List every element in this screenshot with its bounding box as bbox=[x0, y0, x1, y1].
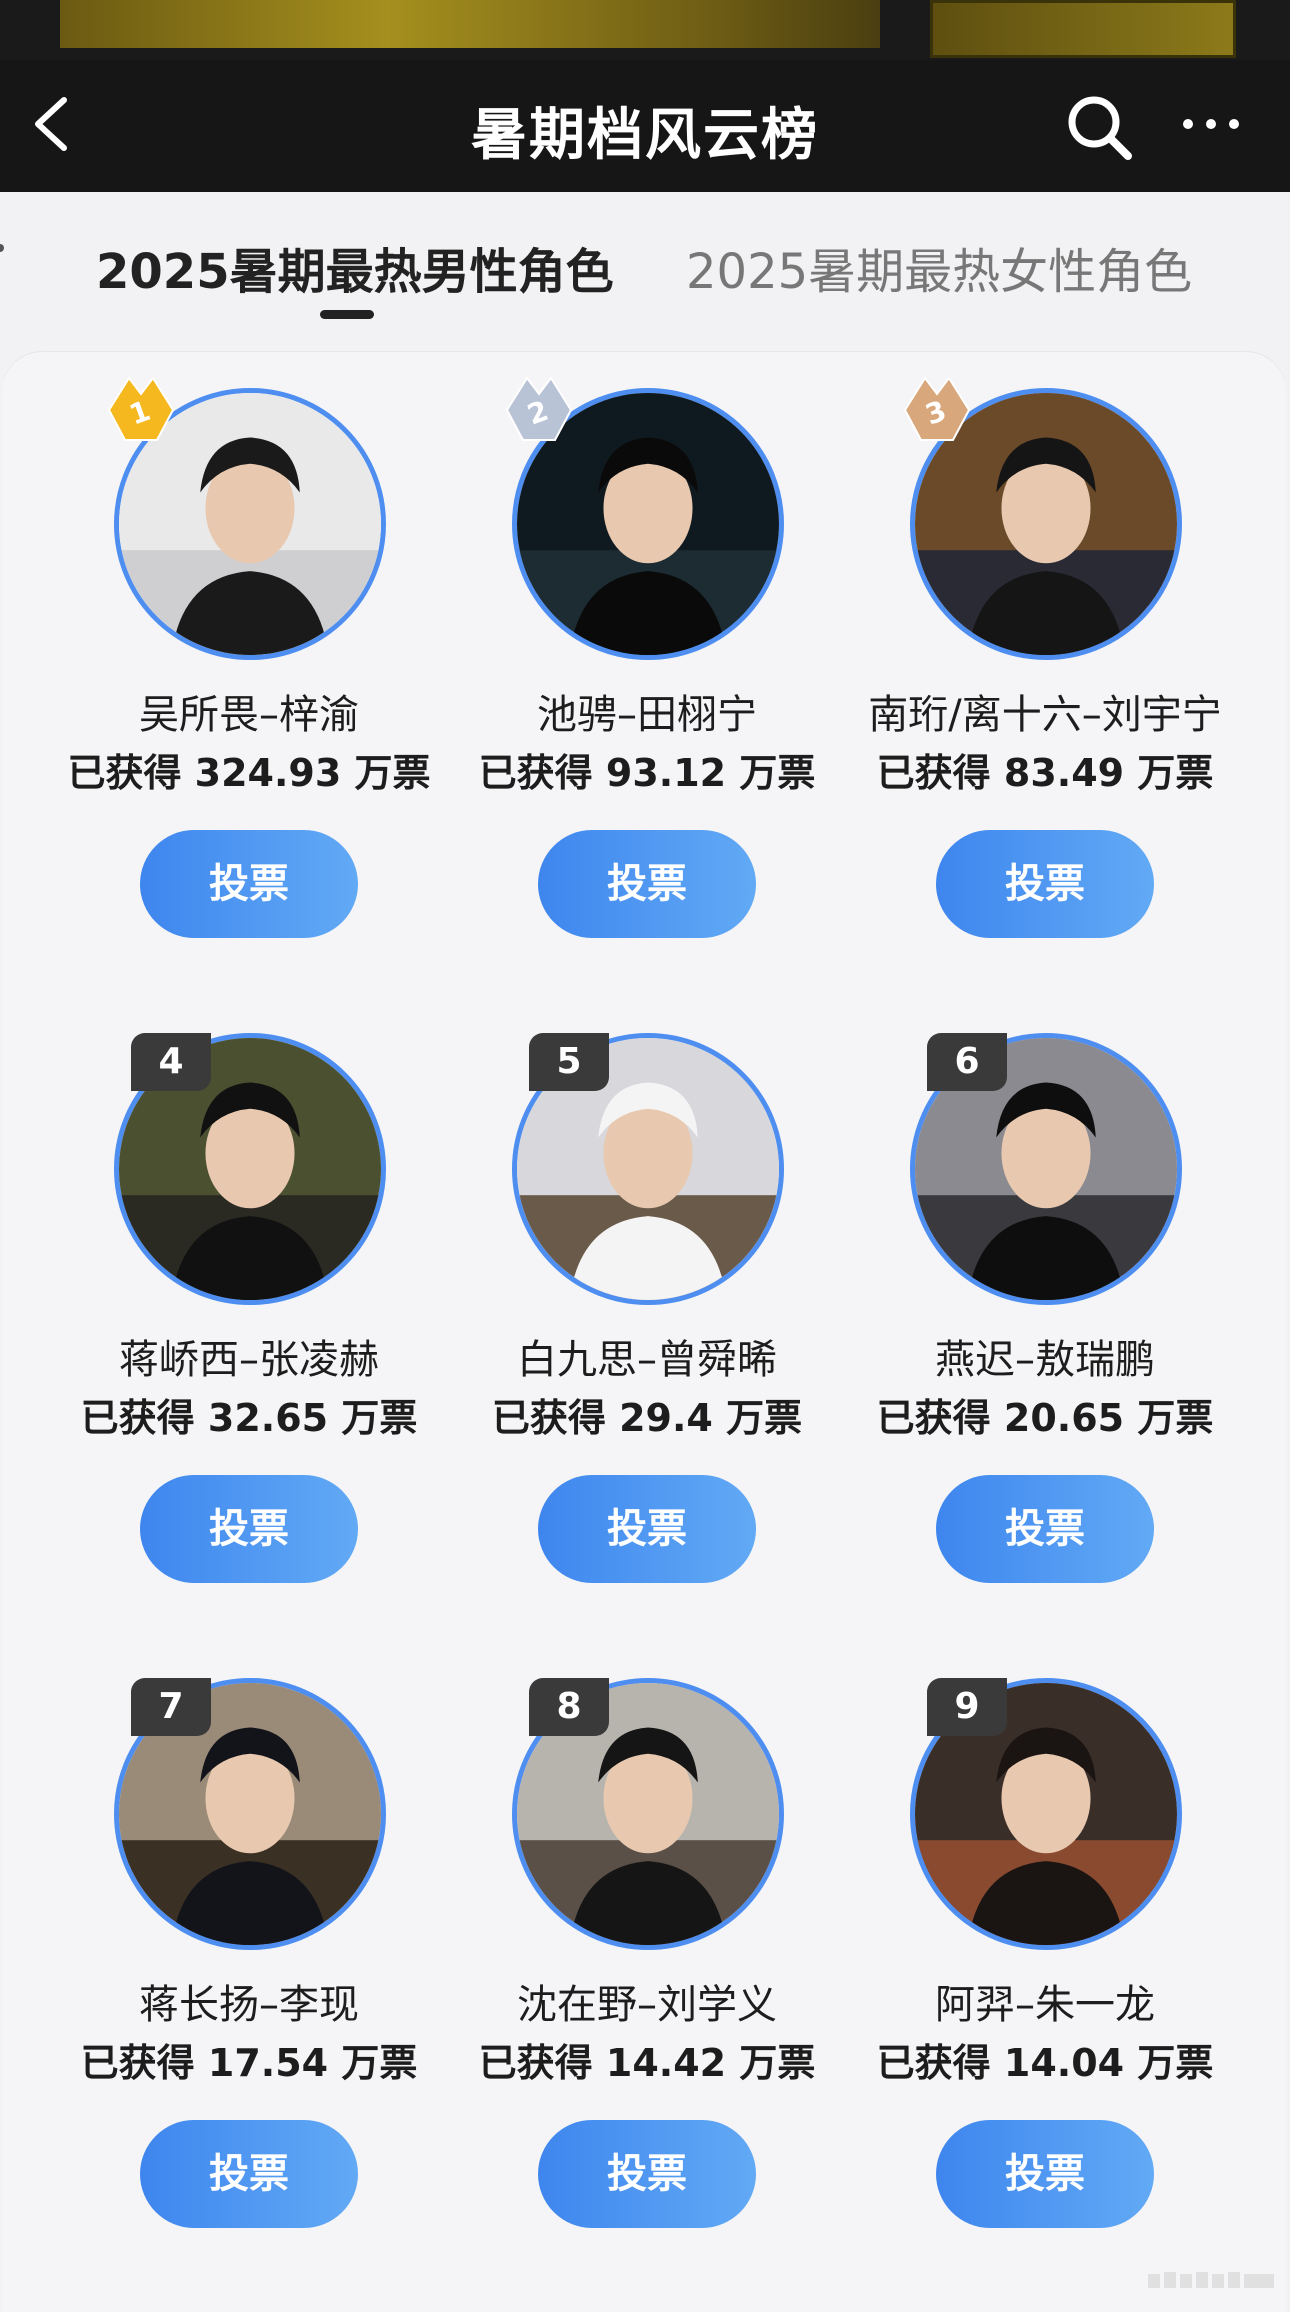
vote-count: 已获得 83.49 万票 bbox=[876, 751, 1214, 795]
rank-medal-icon: 3 bbox=[895, 370, 979, 454]
candidate-name: 沈在野–刘学义 bbox=[517, 1982, 777, 2028]
candidate-card: 1 吴所畏–梓渝 已获得 324.93 万票 投票 bbox=[49, 352, 449, 972]
bottom-watermark bbox=[1148, 2270, 1278, 2290]
candidate-name: 南珩/离十六–刘宇宁 bbox=[868, 692, 1222, 738]
candidate-card: 2 池骋–田栩宁 已获得 93.12 万票 投票 bbox=[447, 352, 847, 972]
candidate-name: 吴所畏–梓渝 bbox=[139, 692, 359, 738]
banner-art-left bbox=[60, 0, 880, 48]
avatar-area: 6 bbox=[845, 1033, 1245, 1305]
vote-button[interactable]: 投票 bbox=[538, 830, 756, 938]
rank-badge: 7 bbox=[131, 1678, 211, 1736]
candidate-card: 3 南珩/离十六–刘宇宁 已获得 83.49 万票 投票 bbox=[845, 352, 1245, 972]
edge-dot bbox=[0, 244, 4, 252]
tab-female-roles[interactable]: 2025暑期最热女性角色 bbox=[686, 232, 1192, 302]
rank-badge: 5 bbox=[529, 1033, 609, 1091]
candidate-name: 池骋–田栩宁 bbox=[537, 692, 757, 738]
rank-badge: 4 bbox=[131, 1033, 211, 1091]
avatar-area: 7 bbox=[49, 1678, 449, 1950]
rank-medal-icon: 2 bbox=[497, 370, 581, 454]
candidate-name: 阿羿–朱一龙 bbox=[935, 1982, 1155, 2028]
avatar-area: 2 bbox=[447, 376, 847, 660]
candidate-name: 燕迟–敖瑞鹏 bbox=[935, 1337, 1155, 1383]
ranking-panel: 1 吴所畏–梓渝 已获得 324.93 万票 投票 2 池骋–田栩宁 已获得 9… bbox=[2, 352, 1286, 2312]
candidate-card: 8 沈在野–刘学义 已获得 14.42 万票 投票 bbox=[447, 1642, 847, 2262]
vote-count: 已获得 20.65 万票 bbox=[876, 1396, 1214, 1440]
more-dots-icon bbox=[1183, 119, 1239, 129]
rank-badge: 6 bbox=[927, 1033, 1007, 1091]
candidate-name: 蒋长扬–李现 bbox=[139, 1982, 359, 2028]
candidate-name: 白九思–曾舜晞 bbox=[517, 1337, 777, 1383]
avatar-area: 8 bbox=[447, 1678, 847, 1950]
avatar-area: 5 bbox=[447, 1033, 847, 1305]
vote-count: 已获得 93.12 万票 bbox=[478, 751, 816, 795]
candidate-card: 9 阿羿–朱一龙 已获得 14.04 万票 投票 bbox=[845, 1642, 1245, 2262]
vote-button[interactable]: 投票 bbox=[538, 2120, 756, 2228]
search-icon bbox=[1068, 96, 1132, 160]
vote-button[interactable]: 投票 bbox=[538, 1475, 756, 1583]
tab-bar: 2025暑期最热男性角色 2025暑期最热女性角色 bbox=[0, 192, 1290, 342]
banner-art-right bbox=[930, 0, 1236, 58]
vote-count: 已获得 29.4 万票 bbox=[491, 1396, 803, 1440]
candidate-card: 7 蒋长扬–李现 已获得 17.54 万票 投票 bbox=[49, 1642, 449, 2262]
vote-button[interactable]: 投票 bbox=[140, 1475, 358, 1583]
active-tab-indicator bbox=[320, 310, 374, 319]
nav-bar: 暑期档风云榜 bbox=[0, 60, 1290, 192]
top-banner-image bbox=[0, 0, 1290, 60]
avatar-area: 1 bbox=[49, 376, 449, 660]
vote-button[interactable]: 投票 bbox=[140, 2120, 358, 2228]
rank-badge: 8 bbox=[529, 1678, 609, 1736]
vote-count: 已获得 14.04 万票 bbox=[876, 2041, 1214, 2085]
vote-count: 已获得 32.65 万票 bbox=[80, 1396, 418, 1440]
avatar-area: 4 bbox=[49, 1033, 449, 1305]
vote-count: 已获得 324.93 万票 bbox=[67, 751, 431, 795]
candidate-card: 4 蒋峤西–张凌赫 已获得 32.65 万票 投票 bbox=[49, 997, 449, 1617]
candidate-card: 6 燕迟–敖瑞鹏 已获得 20.65 万票 投票 bbox=[845, 997, 1245, 1617]
candidate-name: 蒋峤西–张凌赫 bbox=[119, 1337, 379, 1383]
vote-count: 已获得 17.54 万票 bbox=[80, 2041, 418, 2085]
more-button[interactable] bbox=[1178, 104, 1248, 144]
vote-button[interactable]: 投票 bbox=[936, 1475, 1154, 1583]
candidate-card: 5 白九思–曾舜晞 已获得 29.4 万票 投票 bbox=[447, 997, 847, 1617]
rank-badge: 9 bbox=[927, 1678, 1007, 1736]
vote-count: 已获得 14.42 万票 bbox=[478, 2041, 816, 2085]
vote-button[interactable]: 投票 bbox=[140, 830, 358, 938]
avatar-area: 3 bbox=[845, 376, 1245, 660]
avatar-area: 9 bbox=[845, 1678, 1245, 1950]
rank-medal-icon: 1 bbox=[99, 370, 183, 454]
vote-button[interactable]: 投票 bbox=[936, 2120, 1154, 2228]
search-button[interactable] bbox=[1064, 92, 1134, 162]
tab-male-roles[interactable]: 2025暑期最热男性角色 bbox=[96, 232, 614, 302]
vote-button[interactable]: 投票 bbox=[936, 830, 1154, 938]
